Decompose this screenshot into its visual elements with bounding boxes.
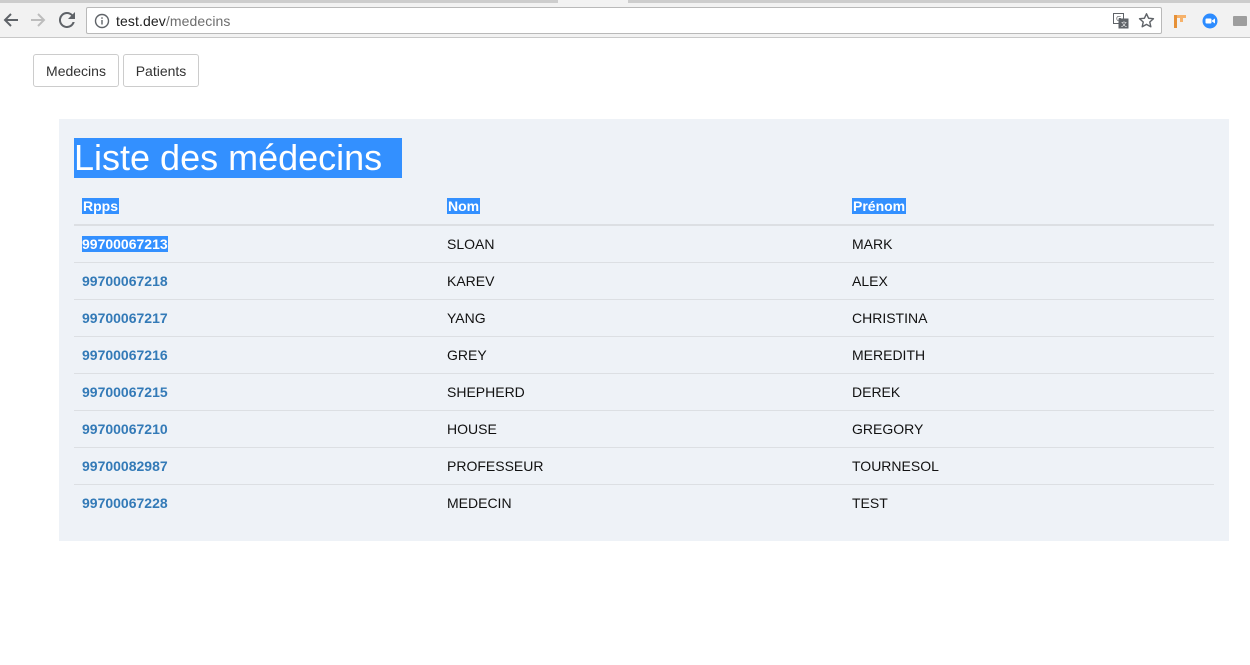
rpps-cell: 99700067217: [74, 299, 439, 337]
star-icon[interactable]: [1138, 12, 1155, 29]
zoom-icon[interactable]: [1202, 13, 1218, 29]
doctors-panel: Liste des médecins Rpps Nom Prénom 99700…: [59, 119, 1229, 541]
prenom-cell: CHRISTINA: [844, 299, 1214, 337]
translate-icon[interactable]: G文: [1112, 12, 1129, 29]
table-row: 99700067215 SHEPHERD DEREK: [74, 373, 1214, 411]
rpps-cell: 99700067218: [74, 262, 439, 300]
cast-icon[interactable]: [1232, 13, 1248, 29]
rpps-cell: 99700067216: [74, 336, 439, 374]
rpps-link[interactable]: 99700067218: [82, 273, 168, 289]
header-prenom-label: Prénom: [852, 197, 907, 214]
nom-cell: MEDECIN: [447, 494, 512, 511]
prenom-cell: MEREDITH: [844, 336, 1214, 374]
svg-text:文: 文: [1121, 20, 1127, 28]
table-row: 99700067216 GREY MEREDITH: [74, 336, 1214, 374]
url-text[interactable]: test.dev/medecins: [116, 13, 231, 29]
rpps-link[interactable]: 99700067217: [82, 310, 168, 326]
patients-button[interactable]: Patients: [123, 54, 199, 87]
header-prenom[interactable]: Prénom: [844, 187, 1214, 226]
browser-toolbar: test.dev/medecins G文: [0, 3, 1250, 38]
prenom-cell: ALEX: [844, 262, 1214, 300]
prenom-cell: MARK: [844, 225, 1214, 263]
rpps-cell: 99700067228: [74, 484, 439, 521]
nom-cell: GREY: [439, 336, 844, 374]
table-row: 99700067217 YANG CHRISTINA: [74, 299, 1214, 337]
url-path: /medecins: [165, 12, 231, 29]
table-row: 99700067228 MEDECIN TEST: [74, 484, 1214, 521]
table-row: 99700082987 PROFESSEUR TOURNESOL: [74, 447, 1214, 485]
nom-cell: KAREV: [439, 262, 844, 300]
table-header-row: Rpps Nom Prénom: [74, 187, 1214, 226]
forward-arrow-icon[interactable]: [27, 9, 49, 31]
rpps-link[interactable]: 99700067216: [82, 347, 168, 363]
back-arrow-icon[interactable]: [0, 9, 22, 31]
prenom-cell: DEREK: [844, 373, 1214, 411]
header-rpps[interactable]: Rpps: [74, 187, 439, 226]
table-row: 99700067213 SLOAN MARK: [74, 225, 1214, 263]
rpps-cell: 99700067213: [74, 225, 439, 263]
header-rpps-label: Rpps: [82, 197, 119, 214]
prenom-cell: GREGORY: [844, 410, 1214, 448]
rpps-cell: 99700082987: [74, 447, 439, 485]
medecins-button[interactable]: Medecins: [33, 54, 119, 87]
table-row: 99700067218 KAREV ALEX: [74, 262, 1214, 300]
nom-cell: YANG: [439, 299, 844, 337]
rpps-cell: 99700067210: [74, 410, 439, 448]
table-row: 99700067210 HOUSE GREGORY: [74, 410, 1214, 448]
nom-cell: HOUSE: [439, 410, 844, 448]
nom-cell: SLOAN: [439, 225, 844, 263]
rpps-link[interactable]: 99700067215: [82, 384, 168, 400]
doctors-table: Rpps Nom Prénom 99700067213 SLOAN MARK 9…: [74, 187, 1214, 521]
nom-cell: PROFESSEUR: [439, 447, 844, 485]
rpps-link[interactable]: 99700067213: [82, 235, 168, 252]
rpps-link[interactable]: 99700082987: [82, 458, 168, 474]
page-title: Liste des médecins: [74, 138, 403, 178]
prenom-cell: TEST: [852, 494, 888, 511]
extension-icon[interactable]: [1172, 13, 1188, 29]
url-host: test.dev: [116, 12, 166, 29]
reload-icon[interactable]: [56, 9, 78, 31]
header-nom[interactable]: Nom: [439, 187, 844, 226]
info-icon[interactable]: [94, 13, 110, 29]
prenom-cell: TOURNESOL: [844, 447, 1214, 485]
rpps-link[interactable]: 99700067228: [82, 495, 168, 511]
nom-cell: SHEPHERD: [439, 373, 844, 411]
rpps-link[interactable]: 99700067210: [82, 421, 168, 437]
address-bar[interactable]: test.dev/medecins G文: [86, 7, 1162, 34]
rpps-cell: 99700067215: [74, 373, 439, 411]
page-nav: Medecins Patients: [33, 54, 199, 87]
header-nom-label: Nom: [447, 197, 481, 214]
